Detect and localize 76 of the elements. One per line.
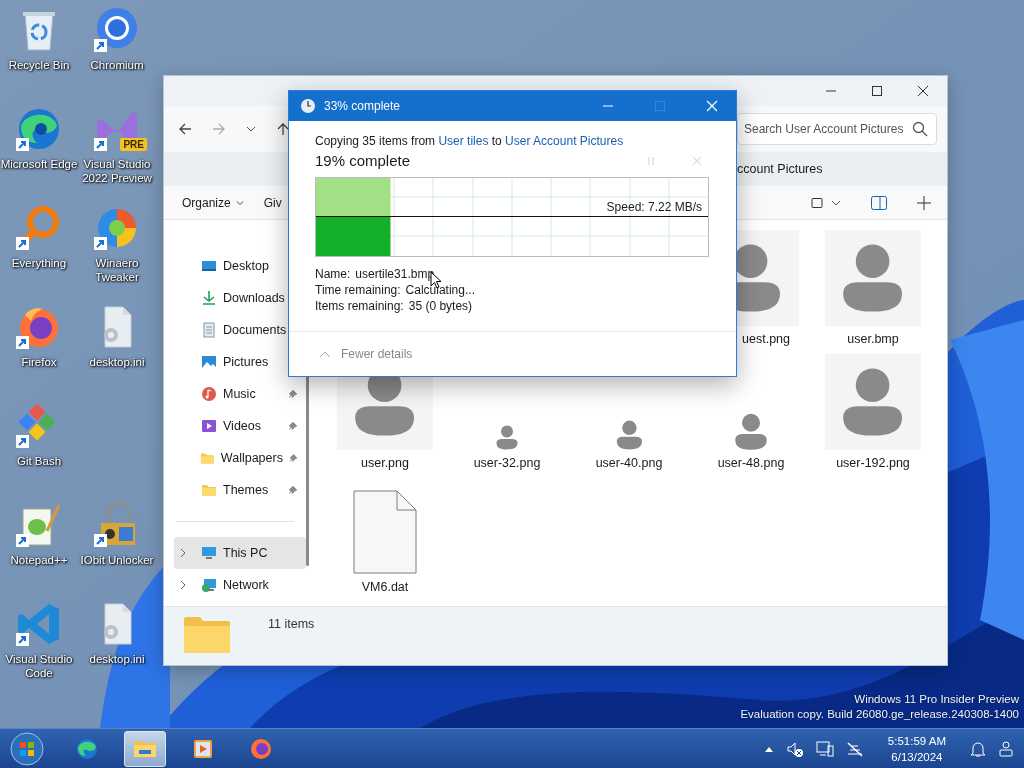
detail-label: Time remaining:	[315, 282, 401, 298]
caret-icon	[235, 198, 244, 207]
folder-icon	[200, 450, 215, 466]
person-icon[interactable]	[733, 412, 769, 450]
monitor-icon	[201, 545, 217, 561]
file-name[interactable]: user-32.png	[473, 456, 541, 470]
chevron-right-icon[interactable]	[179, 580, 187, 590]
file-name[interactable]: user-192.png	[836, 456, 910, 470]
folder-link[interactable]: User Account Pictures	[505, 134, 624, 148]
nav-item[interactable]: Music	[174, 378, 306, 410]
nav-item[interactable]: Wallpapers	[174, 442, 306, 474]
file-name[interactable]: user.bmp	[847, 332, 899, 346]
file-name[interactable]: user.png	[361, 456, 409, 470]
document-icon	[201, 322, 217, 338]
details-pane-icon[interactable]	[871, 195, 887, 210]
nav-item[interactable]: Network	[174, 569, 306, 601]
maximize-icon[interactable]	[871, 85, 883, 97]
file-name[interactable]: user-40.png	[595, 456, 663, 470]
search-icon	[912, 121, 928, 137]
music-icon	[201, 386, 217, 402]
file-name[interactable]: uest.png	[742, 332, 790, 346]
plus-icon[interactable]	[917, 195, 931, 210]
pin-icon	[288, 389, 298, 399]
caret-icon[interactable]	[246, 124, 256, 134]
command-button[interactable]: Organize	[174, 191, 252, 214]
clock-date[interactable]: 6/13/2024	[891, 748, 943, 765]
progress-heading: 19% complete	[315, 152, 411, 169]
picture-icon	[201, 354, 217, 370]
item-count: 11 items	[268, 617, 315, 631]
network-icon	[201, 577, 217, 593]
up-arrow-icon[interactable]	[276, 122, 290, 136]
speed-label: Speed: 7.22 MB/s	[606, 200, 702, 214]
start-orb-icon[interactable]	[10, 731, 44, 766]
nav-item[interactable]: Themes	[174, 474, 306, 506]
preview-badge: PRE	[120, 138, 147, 151]
video-icon	[201, 418, 217, 434]
detail-label: Name:	[315, 266, 351, 282]
monitor-icon[interactable]	[815, 739, 834, 758]
back-arrow-icon[interactable]	[178, 122, 192, 136]
folder-link[interactable]: User tiles	[438, 134, 489, 148]
taskbar-app-button[interactable]	[124, 730, 166, 767]
command-button[interactable]: Giv	[259, 191, 290, 214]
file-name[interactable]: user-48.png	[717, 456, 785, 470]
desktop-icon	[201, 258, 217, 274]
person-icon[interactable]	[495, 425, 519, 450]
nav-item[interactable]: This PC	[174, 537, 306, 569]
download-icon	[201, 290, 217, 306]
search-field[interactable]: Search User Account Pictures	[737, 113, 937, 145]
detail-label: Items remaining:	[315, 298, 404, 314]
folder-icon	[201, 482, 217, 498]
wave-logo-icon	[75, 736, 99, 761]
fewer-details-toggle[interactable]: Fewer details	[341, 347, 413, 361]
detail-value: Calculating...	[405, 282, 475, 298]
clock-icon	[300, 98, 316, 114]
window-title: 33% complete	[324, 99, 401, 113]
clock-time[interactable]: 5:51:59 AM	[887, 732, 946, 749]
file-name[interactable]: VM6.dat	[361, 580, 409, 594]
pin-icon	[288, 453, 298, 463]
detail-value: usertile31.bmp	[355, 266, 435, 282]
bell-icon[interactable]	[970, 739, 986, 758]
build-notice: Evaluation copy. Build 26080.ge_release.240308-1400	[740, 707, 1019, 722]
close-icon[interactable]	[917, 85, 929, 97]
folder-icon	[184, 617, 230, 653]
pin-icon	[288, 485, 298, 495]
view-icon[interactable]	[811, 196, 823, 209]
fox-logo-icon	[249, 736, 273, 761]
nav-item[interactable]: Videos	[174, 410, 306, 442]
build-notice: Windows 11 Pro Insider Preview	[854, 692, 1019, 707]
chevron-right-icon[interactable]	[179, 548, 187, 558]
copy-description: Copying 35 items from User tiles to User Account Pictures	[315, 134, 625, 148]
person-icon[interactable]	[998, 739, 1014, 758]
person-icon[interactable]	[614, 420, 644, 450]
pin-icon	[288, 421, 298, 431]
network-off-icon[interactable]	[845, 739, 864, 758]
address-breadcrumb[interactable]: ccount Pictures	[737, 162, 823, 176]
detail-value: 35 (0 bytes)	[408, 298, 473, 314]
